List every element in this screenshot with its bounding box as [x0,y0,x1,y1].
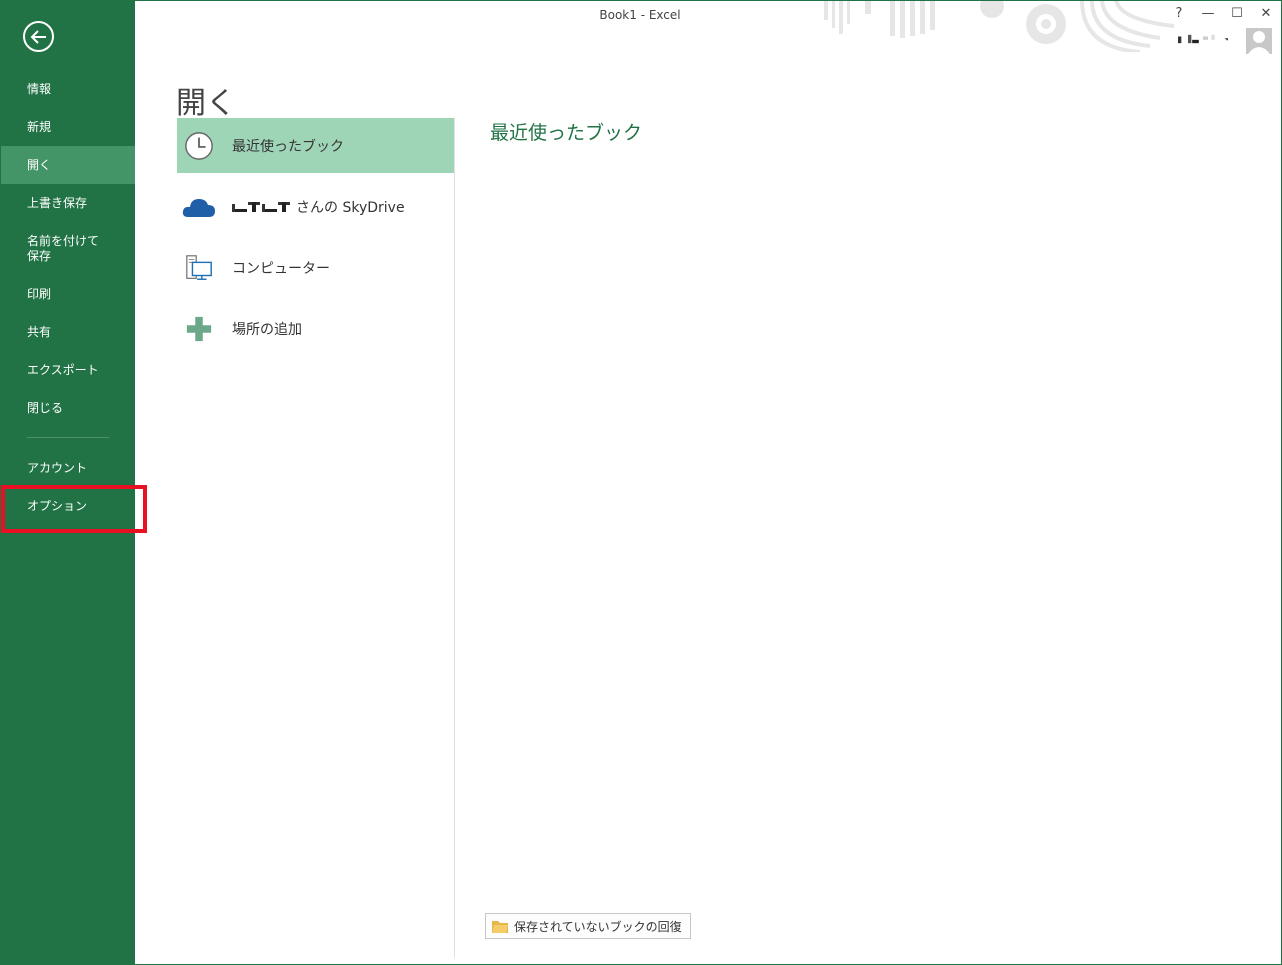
places-list: 最近使ったブック さんの SkyDrive コンピューター 場所の追加 [177,118,454,362]
clock-icon [182,129,216,163]
place-label: 場所の追加 [232,321,302,338]
nav-info[interactable]: 情報 [0,80,135,98]
folder-icon [492,921,508,933]
nav-close[interactable]: 閉じる [0,399,135,417]
nav-new[interactable]: 新規 [0,118,135,136]
nav-save[interactable]: 上書き保存 [0,194,135,212]
user-avatar[interactable] [1246,28,1272,54]
nav-export[interactable]: エクスポート [0,361,135,379]
recent-workbooks-heading: 最近使ったブック [490,122,643,144]
place-recent-workbooks[interactable]: 最近使ったブック [177,118,454,173]
title-decoration-pattern [824,0,1175,52]
plus-icon [182,312,216,346]
nav-open[interactable]: 開く [0,146,135,184]
nav-share[interactable]: 共有 [0,323,135,341]
maximize-button[interactable]: ☐ [1228,6,1246,21]
nav-print[interactable]: 印刷 [0,285,135,303]
place-add-location[interactable]: 場所の追加 [177,301,454,356]
place-skydrive[interactable]: さんの SkyDrive [177,179,454,234]
recover-button-label: 保存されていないブックの回復 [514,919,682,934]
arrow-left-icon [30,29,46,44]
account-name-redacted [232,201,290,212]
backstage-sidebar: 情報 新規 開く 上書き保存 名前を付けて 保存 印刷 共有 エクスポート 閉じ… [0,0,135,965]
window-title: Book1 - Excel [599,8,681,22]
close-button[interactable]: ✕ [1257,6,1275,21]
nav-account[interactable]: アカウント [0,459,135,477]
place-label: さんの SkyDrive [296,199,405,216]
place-label: 最近使ったブック [232,138,344,155]
nav-options[interactable]: オプション [0,497,135,515]
minimize-button[interactable]: — [1199,6,1217,21]
place-computer[interactable]: コンピューター [177,240,454,295]
help-button[interactable]: ? [1170,6,1188,21]
column-divider [454,118,455,958]
back-button[interactable] [23,21,54,52]
page-title: 開く [176,86,236,122]
recover-unsaved-button[interactable]: 保存されていないブックの回復 [485,913,691,939]
nav-save-as[interactable]: 名前を付けて 保存 [0,233,135,265]
place-label: コンピューター [232,260,330,277]
user-name-redacted[interactable] [1178,32,1228,46]
computer-icon [182,251,216,285]
nav-divider [27,437,109,438]
cloud-icon [182,190,216,224]
user-silhouette-icon [1248,31,1270,54]
